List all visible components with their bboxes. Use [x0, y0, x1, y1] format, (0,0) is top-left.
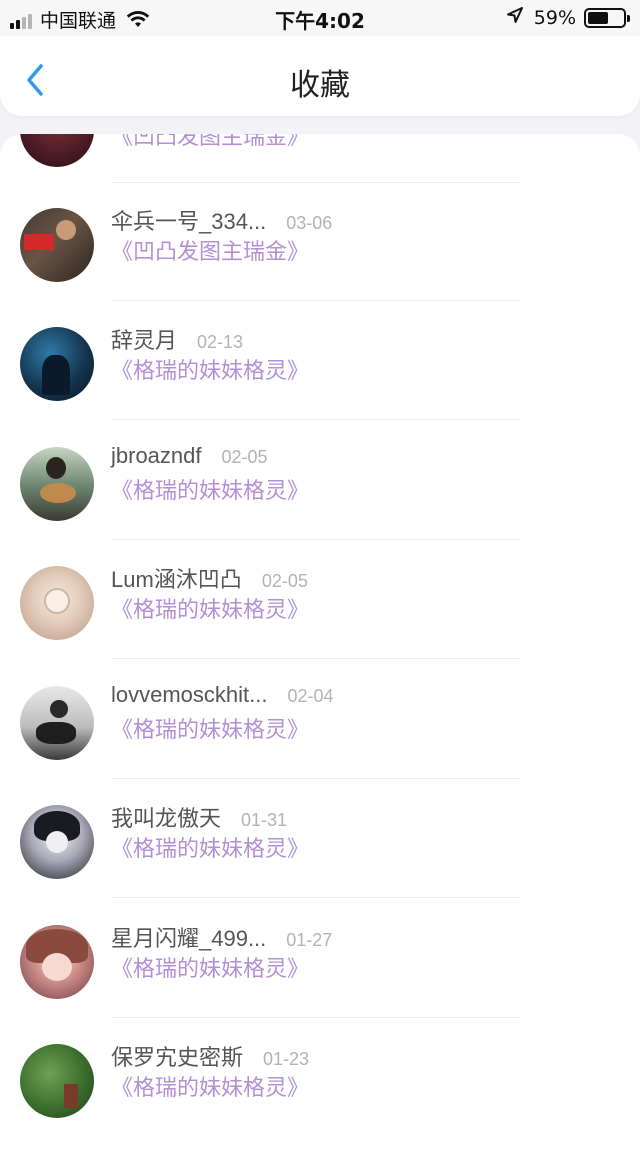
avatar[interactable]: [20, 686, 94, 760]
date: 02-05: [261, 571, 308, 591]
date: 03-06: [286, 213, 333, 233]
location-arrow-icon: [506, 6, 524, 29]
list-item[interactable]: 保罗宄史密斯 01-23 《格瑞的妹妹格灵》: [0, 1028, 640, 1148]
avatar[interactable]: [20, 805, 94, 879]
divider: [111, 658, 521, 659]
navigation-bar: 收藏: [0, 36, 640, 116]
status-bar: 中国联通 下午4:02 59%: [0, 0, 640, 36]
status-right: 59%: [506, 6, 630, 29]
item-header: 伞兵一号_334... 03-06: [111, 204, 332, 236]
date: 02-13: [197, 332, 244, 352]
username[interactable]: 保罗宄史密斯: [111, 1040, 243, 1072]
date: 01-27: [286, 930, 333, 950]
avatar[interactable]: [20, 134, 94, 167]
avatar[interactable]: [20, 327, 94, 401]
username[interactable]: 辞灵月: [111, 323, 177, 355]
avatar[interactable]: [20, 1044, 94, 1118]
item-header: 保罗宄史密斯 01-23: [111, 1040, 309, 1072]
date: 01-31: [241, 810, 288, 830]
source-link[interactable]: 《格瑞的妹妹格灵》: [111, 951, 309, 983]
avatar[interactable]: [20, 208, 94, 282]
divider: [111, 182, 521, 183]
divider: [111, 539, 521, 540]
username[interactable]: 星月闪耀_499...: [111, 921, 266, 953]
item-header: lovvemosckhit... 02-04: [111, 682, 334, 708]
list-item[interactable]: jbroazndf 02-05 《格瑞的妹妹格灵》: [0, 431, 640, 551]
list-item[interactable]: 伞兵一号_334... 03-06 《凹凸发图主瑞金》: [0, 192, 640, 312]
divider: [111, 1017, 521, 1018]
username[interactable]: 我叫龙傲天: [111, 801, 221, 833]
divider: [111, 897, 521, 898]
list-item[interactable]: Lum涵沐凹凸 02-05 《格瑞的妹妹格灵》: [0, 550, 640, 670]
list-item[interactable]: 《凹凸发图主瑞金》: [0, 134, 640, 197]
item-header: jbroazndf 02-05: [111, 443, 268, 469]
item-header: 我叫龙傲天 01-31: [111, 801, 287, 833]
username[interactable]: 伞兵一号_334...: [111, 204, 266, 236]
page-title: 收藏: [290, 69, 350, 102]
item-header: Lum涵沐凹凸 02-05: [111, 562, 308, 594]
date: 01-23: [263, 1049, 310, 1069]
source-link[interactable]: 《格瑞的妹妹格灵》: [111, 1070, 309, 1102]
avatar[interactable]: [20, 566, 94, 640]
divider: [111, 778, 521, 779]
divider: [111, 419, 521, 420]
username[interactable]: jbroazndf: [111, 443, 202, 469]
list-item[interactable]: lovvemosckhit... 02-04 《格瑞的妹妹格灵》: [0, 670, 640, 790]
item-header: 辞灵月 02-13: [111, 323, 243, 355]
date: 02-05: [221, 447, 268, 467]
source-link[interactable]: 《凹凸发图主瑞金》: [111, 134, 309, 151]
source-link[interactable]: 《格瑞的妹妹格灵》: [111, 353, 309, 385]
username[interactable]: lovvemosckhit...: [111, 682, 268, 708]
source-link[interactable]: 《格瑞的妹妹格灵》: [111, 473, 309, 505]
divider: [111, 300, 521, 301]
list-item[interactable]: 辞灵月 02-13 《格瑞的妹妹格灵》: [0, 311, 640, 431]
favorites-list: 《凹凸发图主瑞金》 伞兵一号_334... 03-06 《凹凸发图主瑞金》 辞灵…: [0, 134, 640, 1154]
battery-percent: 59%: [533, 6, 576, 29]
source-link[interactable]: 《格瑞的妹妹格灵》: [111, 712, 309, 744]
username[interactable]: Lum涵沐凹凸: [111, 562, 242, 594]
battery-icon: [584, 7, 630, 28]
avatar[interactable]: [20, 447, 94, 521]
item-header: 星月闪耀_499... 01-27: [111, 921, 332, 953]
source-link[interactable]: 《格瑞的妹妹格灵》: [111, 831, 309, 863]
source-link[interactable]: 《凹凸发图主瑞金》: [111, 234, 309, 266]
list-item[interactable]: 星月闪耀_499... 01-27 《格瑞的妹妹格灵》: [0, 909, 640, 1029]
avatar[interactable]: [20, 925, 94, 999]
source-link[interactable]: 《格瑞的妹妹格灵》: [111, 592, 309, 624]
date: 02-04: [287, 686, 334, 706]
list-item[interactable]: 我叫龙傲天 01-31 《格瑞的妹妹格灵》: [0, 789, 640, 909]
battery-level-fill: [588, 11, 609, 24]
